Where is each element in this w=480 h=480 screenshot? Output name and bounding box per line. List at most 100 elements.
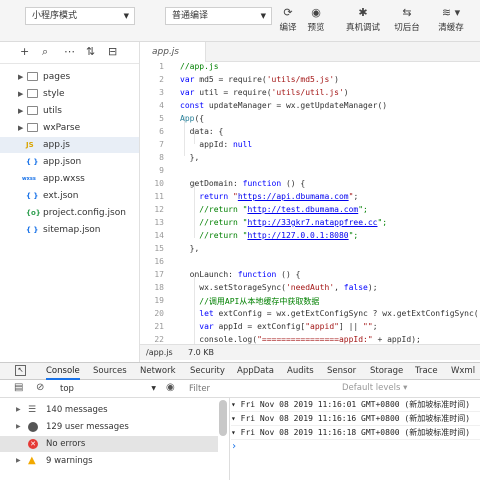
- summary-label: 129 user messages: [46, 422, 129, 432]
- more-icon[interactable]: ⋯: [64, 45, 75, 58]
- summary-label: 9 warnings: [46, 456, 93, 466]
- tree-item-app-wxss[interactable]: wxss app.wxss: [0, 171, 139, 187]
- tab-sources[interactable]: Sources: [93, 363, 127, 380]
- tab-sensor[interactable]: Sensor: [327, 363, 356, 380]
- line-number: 19: [154, 296, 164, 305]
- tree-item-sitemap[interactable]: { } sitemap.json: [0, 222, 139, 238]
- context-select[interactable]: top ▼: [56, 383, 162, 395]
- console-filterbar: ▤ ⊘ top ▼ ◉ Default levels ▾: [0, 380, 480, 398]
- summary-errors[interactable]: ✕ No errors: [0, 436, 218, 452]
- json-file-icon: { }: [26, 158, 39, 166]
- code-line: onLaunch: function () {: [180, 270, 301, 279]
- tab-trace[interactable]: Trace: [415, 363, 438, 380]
- chevron-down-icon: ▼: [151, 385, 156, 392]
- remote-debug-button[interactable]: ✱ 真机调试: [343, 4, 383, 38]
- toolbar: 小程序模式 ▼ 普通编译 ▼ ⟳ 编译 ◉ 预览 ✱ 真机调试 ⇆ 切后台 ≋ …: [0, 0, 480, 42]
- console-filter-input[interactable]: [189, 383, 329, 395]
- compile-select-value: 普通编译: [172, 11, 209, 21]
- code-line: },: [180, 244, 200, 253]
- code-line: //return "http://test.dbumama.com";: [199, 205, 368, 214]
- preview-label: 预览: [307, 23, 325, 33]
- json-file-icon: { }: [26, 192, 39, 200]
- chevron-right-icon: ▶: [16, 423, 21, 430]
- tree-item-app-js[interactable]: JS app.js: [0, 137, 139, 153]
- eye-icon[interactable]: ◉: [166, 382, 175, 393]
- context-select-value: top: [60, 384, 74, 394]
- log-entry[interactable]: ▾ Fri Nov 08 2019 11:16:16 GMT+0800 (新加坡…: [231, 412, 480, 426]
- compile-select[interactable]: 普通编译 ▼: [165, 7, 272, 25]
- tree-item-style[interactable]: ▶ style: [0, 86, 139, 102]
- log-entry[interactable]: ▾ Fri Nov 08 2019 11:16:18 GMT+0800 (新加坡…: [231, 426, 480, 440]
- remote-debug-label: 真机调试: [345, 23, 380, 33]
- tree-item-label: app.js: [43, 140, 70, 150]
- folder-icon: [27, 123, 38, 132]
- code-line: //return "http://33gkr7.natappfree.cc";: [199, 218, 388, 227]
- code-line: var md5 = require('utils/md5.js'): [180, 75, 339, 84]
- tab-wxml[interactable]: Wxml: [451, 363, 475, 380]
- line-number: 14: [154, 231, 164, 240]
- summary-label: 140 messages: [46, 405, 108, 415]
- clear-console-icon[interactable]: ⊘: [36, 382, 44, 393]
- clear-cache-button[interactable]: ≋ ▾ 清缓存: [434, 4, 468, 38]
- console-prompt[interactable]: ›: [231, 440, 480, 454]
- tab-appdata[interactable]: AppData: [237, 363, 274, 380]
- code-line: const updateManager = wx.getUpdateManage…: [180, 101, 388, 110]
- tab-app-js[interactable]: app.js: [140, 42, 206, 62]
- tree-item-ext-json[interactable]: { } ext.json: [0, 188, 139, 204]
- preview-button[interactable]: ◉ 预览: [299, 4, 333, 38]
- tab-network[interactable]: Network: [140, 363, 176, 380]
- sort-icon[interactable]: ⇅: [86, 45, 95, 58]
- warning-icon: ▲: [28, 455, 36, 466]
- inspect-icon[interactable]: ↖: [15, 365, 26, 376]
- tab-security[interactable]: Security: [190, 363, 225, 380]
- line-number: 12: [154, 205, 164, 214]
- tab-console[interactable]: Console: [46, 363, 80, 380]
- summary-user-messages[interactable]: ▶ 129 user messages: [0, 419, 218, 435]
- scrollbar-thumb[interactable]: [219, 400, 227, 436]
- tree-item-app-json[interactable]: { } app.json: [0, 154, 139, 170]
- mode-select-value: 小程序模式: [32, 11, 78, 21]
- line-number: 22: [154, 335, 164, 344]
- sidebar-toggle-icon[interactable]: ▤: [14, 382, 23, 393]
- list-icon: ☰: [28, 405, 37, 415]
- tree-item-label: utils: [43, 106, 62, 116]
- code-line: getDomain: function () {: [180, 179, 306, 188]
- layers-icon: ≋ ▾: [441, 6, 461, 19]
- code-editor[interactable]: //app.js var md5 = require('utils/md5.js…: [170, 62, 480, 344]
- search-icon[interactable]: ⌕: [42, 45, 48, 59]
- mode-select[interactable]: 小程序模式 ▼: [25, 7, 135, 25]
- background-label: 切后台: [394, 23, 420, 33]
- config-file-icon: {o}: [26, 209, 41, 217]
- code-line: //app.js: [180, 62, 219, 71]
- code-line: //调用API从本地缓存中获取数据: [199, 297, 320, 306]
- user-icon: [28, 422, 38, 432]
- add-icon[interactable]: +: [20, 45, 29, 58]
- tree-item-label: pages: [43, 72, 71, 82]
- background-button[interactable]: ⇆ 切后台: [390, 4, 424, 38]
- chevron-right-icon: ▶: [18, 90, 24, 98]
- chevron-right-icon: ▶: [16, 457, 21, 464]
- chevron-right-icon: ▶: [18, 107, 24, 115]
- summary-warnings[interactable]: ▶ ▲ 9 warnings: [0, 453, 218, 469]
- tree-item-utils[interactable]: ▶ utils: [0, 103, 139, 119]
- file-tree-panel: + ⌕ ⋯ ⇅ ⊟ ▶ pages ▶ style ▶ utils ▶ wxPa…: [0, 42, 140, 362]
- line-number: 20: [154, 309, 164, 318]
- summary-messages[interactable]: ▶ ☰ 140 messages: [0, 402, 218, 418]
- folder-icon: [27, 106, 38, 115]
- log-levels-select[interactable]: Default levels ▾: [342, 383, 407, 393]
- line-number: 3: [159, 88, 164, 97]
- tab-audits[interactable]: Audits: [287, 363, 314, 380]
- line-number: 17: [154, 270, 164, 279]
- code-line: console.log("================appId:" + a…: [180, 335, 421, 344]
- line-number: 4: [159, 101, 164, 110]
- collapse-icon[interactable]: ⊟: [108, 45, 117, 58]
- tab-storage[interactable]: Storage: [370, 363, 403, 380]
- log-entry[interactable]: ▾ Fri Nov 08 2019 11:16:01 GMT+0800 (新加坡…: [231, 398, 480, 412]
- line-number: 11: [154, 192, 164, 201]
- line-number: 18: [154, 283, 164, 292]
- console-sidebar: ▶ ☰ 140 messages ▶ 129 user messages ✕ N…: [0, 398, 230, 480]
- tree-item-project-config[interactable]: {o} project.config.json: [0, 205, 139, 221]
- clear-cache-label: 清缓存: [438, 23, 464, 33]
- tree-item-wxparse[interactable]: ▶ wxParse: [0, 120, 139, 136]
- tree-item-pages[interactable]: ▶ pages: [0, 69, 139, 85]
